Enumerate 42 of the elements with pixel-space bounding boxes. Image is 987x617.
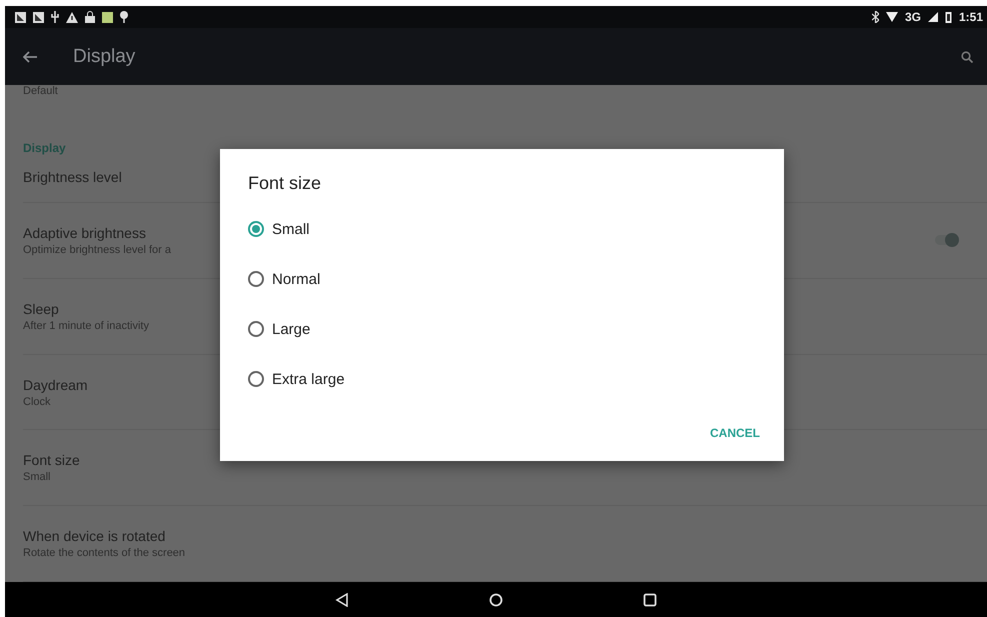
back-arrow-icon[interactable]: [23, 50, 37, 62]
signal-icon: [928, 12, 938, 22]
home-icon[interactable]: [489, 592, 503, 606]
image-icon: [15, 12, 26, 22]
category-header: Display: [23, 141, 67, 155]
setting-title: Sleep: [23, 300, 59, 317]
radio-button[interactable]: [248, 371, 264, 387]
square-icon: [102, 12, 113, 22]
lock-icon: [85, 11, 95, 23]
option-label: Large: [272, 320, 310, 338]
setting-title: Daydream: [23, 376, 88, 393]
pin-icon: [120, 11, 128, 23]
setting-summary: Optimize brightness level for a: [23, 244, 171, 256]
warning-icon: [66, 12, 78, 22]
setting-title: When device is rotated: [23, 528, 166, 544]
radio-button[interactable]: [248, 271, 264, 287]
screen-title: Display: [73, 46, 136, 68]
setting-summary: After 1 minute of inactivity: [23, 320, 149, 332]
option-label: Normal: [272, 270, 320, 288]
usb-icon: [51, 11, 59, 23]
option-label: Small: [272, 220, 310, 238]
back-icon[interactable]: [335, 592, 349, 606]
setting-title: Brightness level: [23, 169, 122, 185]
wifi-icon: [886, 12, 898, 22]
recents-icon[interactable]: [643, 592, 657, 606]
setting-summary: Rotate the contents of the screen: [23, 547, 186, 560]
setting-title: Font size: [23, 452, 80, 468]
radio-button[interactable]: [248, 221, 264, 237]
battery-icon: [944, 11, 952, 23]
search-icon[interactable]: [961, 50, 973, 62]
toggle-switch[interactable]: [935, 235, 957, 246]
setting-summary: Small: [23, 471, 51, 484]
setting-summary: Clock: [23, 396, 51, 408]
clock: 1:51: [958, 10, 983, 24]
setting-title: Adaptive brightness: [23, 224, 146, 241]
setting-summary: Default: [23, 85, 58, 97]
image-icon: [33, 12, 44, 22]
radio-button[interactable]: [248, 321, 264, 337]
network-type: 3G: [904, 10, 921, 24]
option-label: Extra large: [272, 370, 345, 388]
bluetooth-icon: [872, 11, 879, 23]
dialog-title: Font size: [248, 173, 322, 194]
